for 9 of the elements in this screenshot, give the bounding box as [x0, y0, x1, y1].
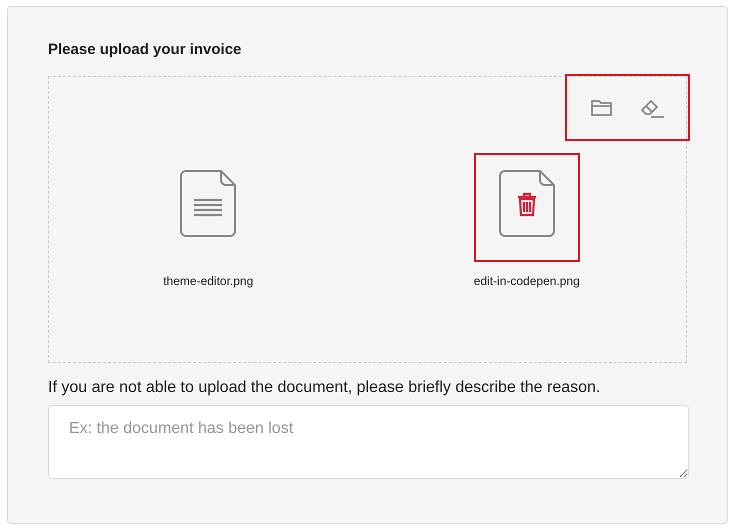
reason-field[interactable]: Ex: the document has been lost	[48, 405, 689, 479]
form-title: Please upload your invoice	[48, 41, 242, 58]
file-name: theme-editor.png	[163, 274, 254, 288]
file-name: edit-in-codepen.png	[474, 274, 580, 288]
drop-zone[interactable]: theme-editor.png edit-in-codepen.png	[48, 76, 687, 363]
file-icon[interactable]	[498, 170, 555, 238]
reason-label: If you are not able to upload the document, please briefly describe the reason.	[48, 379, 602, 397]
file-icon[interactable]	[180, 170, 236, 238]
folder-icon[interactable]	[590, 98, 614, 118]
